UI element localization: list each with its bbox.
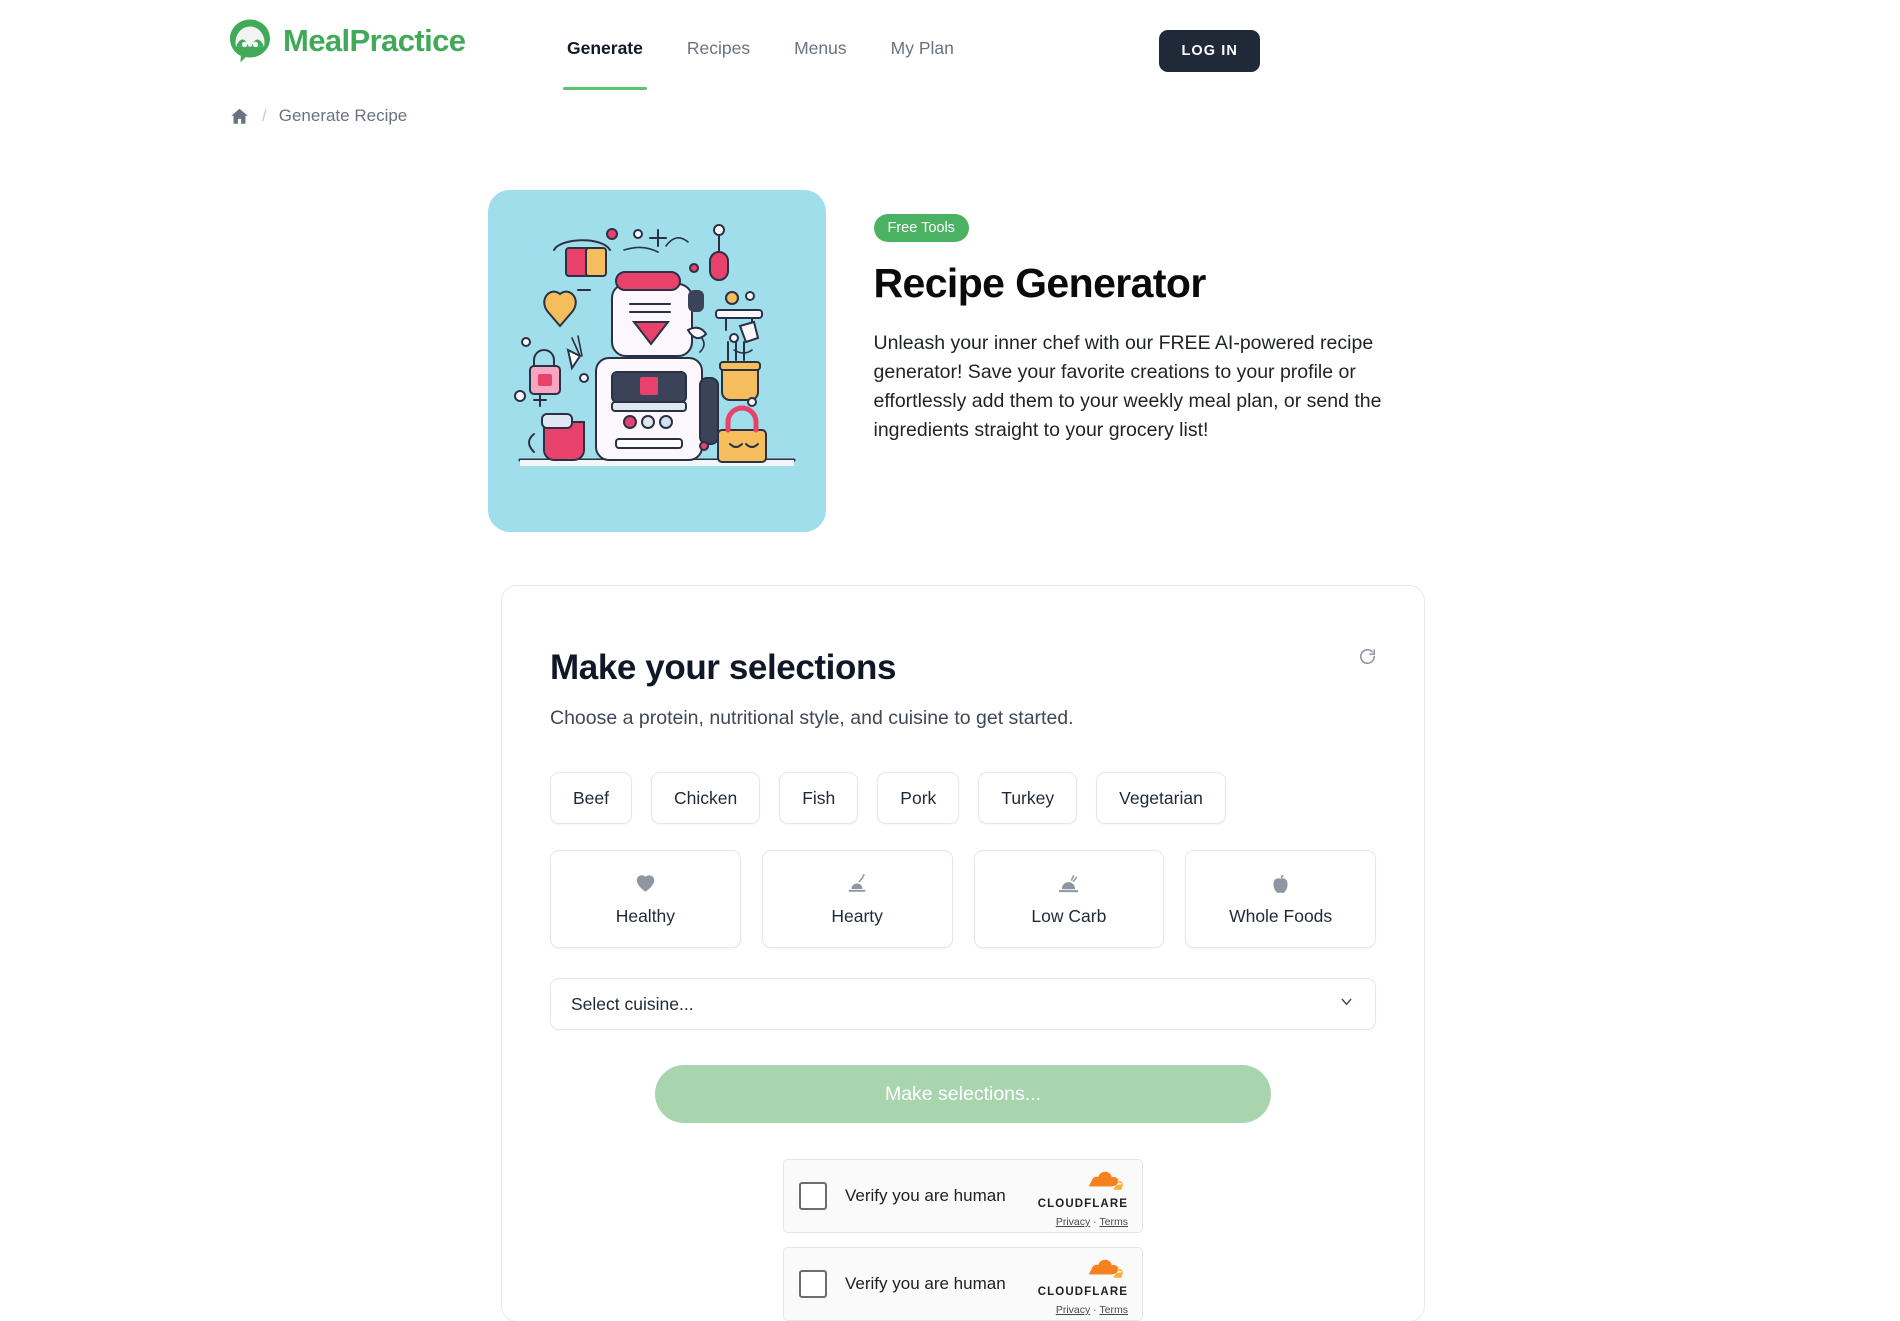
- cloudflare-wordmark-1: CLOUDFLARE: [1037, 1198, 1128, 1210]
- cloudflare-wordmark-2: CLOUDFLARE: [1037, 1286, 1128, 1298]
- site-header: MealPractice Generate Recipes Menus My P…: [0, 0, 1900, 96]
- style-label-healthy: Healthy: [615, 906, 676, 926]
- verify-label-2: Verify you are human: [845, 1274, 1006, 1293]
- chevron-down-icon: [1338, 993, 1355, 1015]
- privacy-link-1[interactable]: Privacy: [1056, 1216, 1090, 1228]
- cloudflare-brand-1: CLOUDFLARE Privacy · Terms: [1028, 1169, 1128, 1230]
- free-tools-badge: Free Tools: [873, 214, 969, 242]
- verify-checkbox-2[interactable]: [799, 1270, 827, 1298]
- protein-chip-fish[interactable]: Fish: [779, 772, 859, 824]
- cloudflare-brand-2: CLOUDFLARE Privacy · Terms: [1028, 1257, 1128, 1318]
- style-card-low-carb[interactable]: Low Carb: [973, 850, 1165, 948]
- heart-icon: [635, 871, 656, 895]
- verify-checkbox-1[interactable]: [799, 1182, 827, 1210]
- selections-subtitle: Choose a protein, nutritional style, and…: [550, 707, 1074, 729]
- protein-chip-turkey[interactable]: Turkey: [978, 772, 1078, 824]
- page-root: MealPractice Generate Recipes Menus My P…: [0, 0, 1900, 1321]
- protein-chip-row: Beef Chicken Fish Pork Turkey Vegetarian: [550, 772, 1376, 824]
- selections-title: Make your selections: [550, 648, 897, 687]
- cuisine-select-value: Select cuisine...: [571, 993, 694, 1014]
- breadcrumb-separator: /: [262, 106, 267, 125]
- breadcrumb-current: Generate Recipe: [278, 106, 408, 125]
- apple-icon: [1271, 871, 1290, 895]
- carving-meat-icon: [846, 871, 868, 895]
- hero-text: Free Tools Recipe Generator Unleash your…: [873, 190, 1399, 532]
- breadcrumb: / Generate Recipe: [228, 105, 407, 127]
- cloudflare-turnstile-widget-2: Verify you are human CLOUDFLARE Privacy …: [783, 1247, 1143, 1321]
- hero-section: Free Tools Recipe Generator Unleash your…: [0, 190, 1900, 532]
- terms-link-2[interactable]: Terms: [1099, 1304, 1128, 1316]
- login-area: LOG IN: [0, 0, 1900, 96]
- protein-chip-pork[interactable]: Pork: [877, 772, 960, 824]
- home-icon[interactable]: [228, 105, 250, 127]
- selections-card: Make your selections Choose a protein, n…: [501, 585, 1425, 1321]
- roast-turkey-icon: [1057, 871, 1080, 895]
- protein-chip-chicken[interactable]: Chicken: [651, 772, 761, 824]
- hero-illustration: [487, 190, 826, 532]
- links-separator-1: ·: [1093, 1216, 1097, 1228]
- style-label-low-carb: Low Carb: [1031, 906, 1107, 926]
- verify-label-1: Verify you are human: [845, 1186, 1006, 1205]
- cloudflare-cloud-icon-2: [1028, 1257, 1128, 1284]
- hero-description: Unleash your inner chef with our FREE AI…: [873, 332, 1382, 441]
- protein-chip-beef[interactable]: Beef: [550, 772, 632, 824]
- login-button[interactable]: LOG IN: [1159, 30, 1260, 72]
- cuisine-select[interactable]: Select cuisine...: [550, 978, 1376, 1030]
- links-separator-2: ·: [1093, 1304, 1097, 1316]
- cloudflare-links-1: Privacy · Terms: [1056, 1216, 1128, 1228]
- style-label-whole-foods: Whole Foods: [1229, 906, 1333, 926]
- nutritional-style-row: Healthy Hearty Low Carb Whole Foods: [550, 850, 1376, 948]
- privacy-link-2[interactable]: Privacy: [1056, 1304, 1090, 1316]
- protein-chip-vegetarian[interactable]: Vegetarian: [1096, 772, 1226, 824]
- cloudflare-cloud-icon-1: [1028, 1169, 1128, 1196]
- style-card-healthy[interactable]: Healthy: [550, 850, 741, 948]
- style-card-whole-foods[interactable]: Whole Foods: [1185, 850, 1376, 948]
- cloudflare-turnstile-widget-1: Verify you are human CLOUDFLARE Privacy …: [783, 1159, 1143, 1233]
- turnstile-container: Verify you are human CLOUDFLARE Privacy …: [550, 1159, 1376, 1321]
- style-label-hearty: Hearty: [831, 906, 883, 926]
- cloudflare-links-2: Privacy · Terms: [1056, 1304, 1128, 1316]
- page-title: Recipe Generator: [873, 260, 1207, 306]
- refresh-icon[interactable]: [1352, 641, 1382, 671]
- generate-submit-button[interactable]: Make selections...: [655, 1065, 1271, 1123]
- terms-link-1[interactable]: Terms: [1099, 1216, 1128, 1228]
- style-card-hearty[interactable]: Hearty: [761, 850, 953, 948]
